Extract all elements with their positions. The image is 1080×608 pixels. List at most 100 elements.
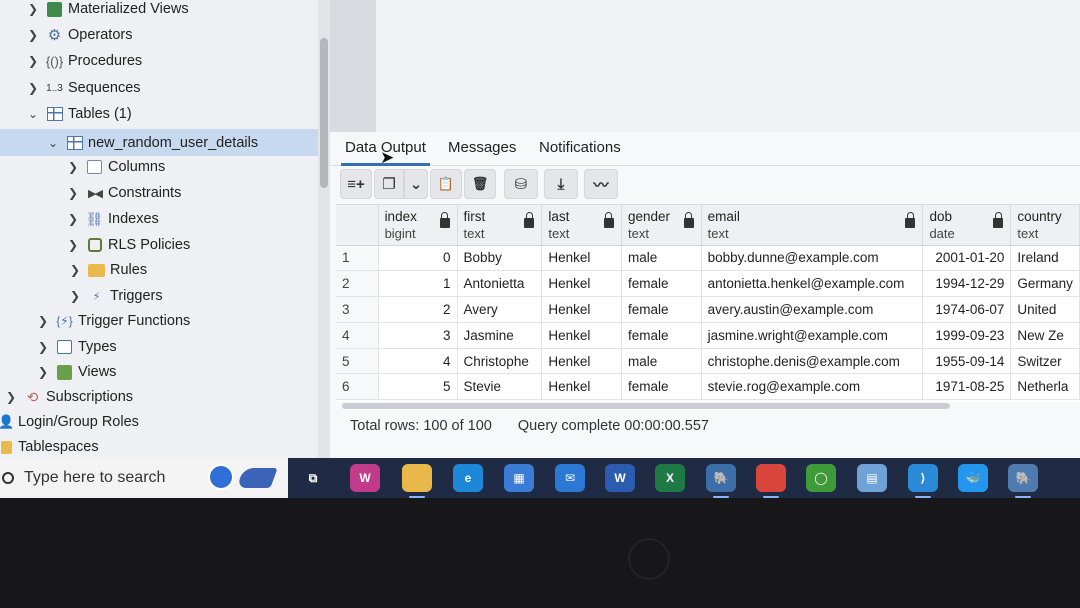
cell-index[interactable]: 4 xyxy=(378,348,458,375)
chevron-right-icon[interactable]: ❯ xyxy=(36,340,50,354)
column-header-email[interactable]: email text xyxy=(701,205,924,246)
tree-item-new-random-user-details[interactable]: ⌄ new_random_user_details xyxy=(0,129,330,156)
cell-gender[interactable]: female xyxy=(621,270,702,298)
chevron-right-icon[interactable]: ❯ xyxy=(66,238,80,252)
cell-email[interactable]: antonietta.henkel@example.com xyxy=(701,270,924,298)
download-button[interactable]: ⤓ xyxy=(544,169,578,199)
cell-gender[interactable]: male xyxy=(621,245,702,272)
paste-button[interactable]: 📋 xyxy=(430,169,462,199)
cell-index[interactable]: 3 xyxy=(378,322,458,349)
taskbar-app-0[interactable]: ⧉ xyxy=(298,464,328,492)
chevron-right-icon[interactable]: ❯ xyxy=(26,28,40,42)
chevron-down-icon[interactable]: ⌄ xyxy=(46,136,60,150)
column-header-last[interactable]: last text xyxy=(541,205,622,246)
cell-gender[interactable]: female xyxy=(621,322,702,349)
add-row-button[interactable]: ≡+ xyxy=(340,169,372,199)
table-row[interactable]: 5 4 Christophe Henkel male christophe.denis@e… xyxy=(336,348,1080,375)
grid-horizontal-scrollbar[interactable] xyxy=(342,403,950,409)
graph-visualiser-button[interactable]: 〰 xyxy=(584,169,618,199)
cell-dob[interactable]: 1974-06-07 xyxy=(922,296,1012,323)
row-number[interactable]: 6 xyxy=(336,373,379,401)
tree-scrollbar-thumb[interactable] xyxy=(320,38,328,188)
taskbar-app-3[interactable]: e xyxy=(453,464,483,492)
tree-item-columns[interactable]: ❯ Columns xyxy=(0,155,330,179)
tree-item-login-group-roles[interactable]: 👤 Login/Group Roles xyxy=(0,410,330,434)
tree-item-rls-policies[interactable]: ❯ RLS Policies xyxy=(0,233,330,257)
tree-item-tablespaces[interactable]: Tablespaces xyxy=(0,435,330,458)
cell-dob[interactable]: 2001-01-20 xyxy=(922,245,1012,272)
cell-gender[interactable]: male xyxy=(621,348,702,375)
tree-item-types[interactable]: ❯ Types xyxy=(0,335,330,359)
data-grid[interactable]: index bigint first text last text gender tex… xyxy=(336,204,1080,402)
delete-button[interactable]: 🗑 xyxy=(464,169,496,199)
tree-item-subscriptions[interactable]: ❯ ⟲ Subscriptions xyxy=(0,385,330,409)
cell-dob[interactable]: 1999-09-23 xyxy=(922,322,1012,349)
cell-first[interactable]: Avery xyxy=(457,296,543,323)
cell-country[interactable]: New Ze xyxy=(1010,322,1080,349)
chevron-right-icon[interactable]: ❯ xyxy=(26,2,40,16)
taskbar-app-2[interactable] xyxy=(402,464,432,498)
cell-email[interactable]: avery.austin@example.com xyxy=(701,296,924,323)
tree-item-procedures[interactable]: ❯ {()} Procedures xyxy=(0,49,330,73)
tree-item-rules[interactable]: ❯ Rules xyxy=(0,258,330,282)
save-data-button[interactable]: ⛁ xyxy=(504,169,538,199)
tab-notifications[interactable]: Notifications xyxy=(535,139,625,163)
cell-gender[interactable]: female xyxy=(621,373,702,401)
taskbar-app-9[interactable] xyxy=(756,464,786,498)
table-row[interactable]: 1 0 Bobby Henkel male bobby.dunne@example.com… xyxy=(336,245,1080,272)
cell-country[interactable]: Netherla xyxy=(1010,373,1080,401)
cell-country[interactable]: Germany xyxy=(1010,270,1080,298)
tree-item-tables[interactable]: ⌄ Tables (1) xyxy=(0,102,330,126)
cell-index[interactable]: 2 xyxy=(378,296,458,323)
row-number[interactable]: 4 xyxy=(336,322,379,349)
tree-item-indexes[interactable]: ❯ ⛓ Indexes xyxy=(0,207,330,231)
row-number[interactable]: 3 xyxy=(336,296,379,323)
column-header-dob[interactable]: dob date xyxy=(922,205,1012,246)
tree-item-triggers[interactable]: ❯ ⚡ Triggers xyxy=(0,284,330,308)
taskbar-app-7[interactable]: X xyxy=(655,464,685,492)
tab-messages[interactable]: Messages xyxy=(444,139,520,163)
cell-index[interactable]: 0 xyxy=(378,245,458,272)
cell-country[interactable]: United xyxy=(1010,296,1080,323)
cell-last[interactable]: Henkel xyxy=(541,245,622,272)
table-row[interactable]: 4 3 Jasmine Henkel female jasmine.wright@exam… xyxy=(336,322,1080,349)
row-number[interactable]: 2 xyxy=(336,270,379,298)
cell-email[interactable]: jasmine.wright@example.com xyxy=(701,322,924,349)
cell-email[interactable]: christophe.denis@example.com xyxy=(701,348,924,375)
tree-scrollbar[interactable] xyxy=(318,0,330,458)
taskbar-app-13[interactable]: 🐳 xyxy=(958,464,988,492)
taskbar-app-4[interactable]: ▦ xyxy=(504,464,534,492)
cell-last[interactable]: Henkel xyxy=(541,322,622,349)
column-header-first[interactable]: first text xyxy=(457,205,543,246)
cell-dob[interactable]: 1994-12-29 xyxy=(922,270,1012,298)
row-number[interactable]: 1 xyxy=(336,245,379,272)
cell-country[interactable]: Ireland xyxy=(1010,245,1080,272)
cell-email[interactable]: stevie.rog@example.com xyxy=(701,373,924,401)
query-editor-area[interactable] xyxy=(330,0,1080,132)
column-header-country[interactable]: country text xyxy=(1010,205,1080,246)
taskbar-app-10[interactable]: ◯ xyxy=(806,464,836,492)
cell-last[interactable]: Henkel xyxy=(541,296,622,323)
cell-last[interactable]: Henkel xyxy=(541,348,622,375)
taskbar-search-box[interactable]: Type here to search xyxy=(0,458,288,498)
chevron-right-icon[interactable]: ❯ xyxy=(36,365,50,379)
chevron-right-icon[interactable]: ❯ xyxy=(36,314,50,328)
table-row[interactable]: 2 1 Antonietta Henkel female antonietta.henke… xyxy=(336,270,1080,298)
cell-gender[interactable]: female xyxy=(621,296,702,323)
table-row[interactable]: 6 5 Stevie Henkel female stevie.rog@example.c… xyxy=(336,373,1080,401)
cell-index[interactable]: 5 xyxy=(378,373,458,401)
chevron-right-icon[interactable]: ❯ xyxy=(26,81,40,95)
cell-first[interactable]: Jasmine xyxy=(457,322,543,349)
tree-item-constraints[interactable]: ❯ ▶◀ Constraints xyxy=(0,181,330,205)
copy-button[interactable]: ❐ xyxy=(374,169,404,199)
taskbar-app-11[interactable]: ▤ xyxy=(857,464,887,492)
taskbar-app-5[interactable]: ✉ xyxy=(555,464,585,492)
chevron-right-icon[interactable]: ❯ xyxy=(66,212,80,226)
cell-last[interactable]: Henkel xyxy=(541,373,622,401)
cell-index[interactable]: 1 xyxy=(378,270,458,298)
chevron-right-icon[interactable]: ❯ xyxy=(4,390,18,404)
chevron-right-icon[interactable]: ❯ xyxy=(26,54,40,68)
chevron-right-icon[interactable]: ❯ xyxy=(68,289,82,303)
taskbar-app-8[interactable]: 🐘 xyxy=(706,464,736,498)
table-row[interactable]: 3 2 Avery Henkel female avery.austin@example.… xyxy=(336,296,1080,323)
